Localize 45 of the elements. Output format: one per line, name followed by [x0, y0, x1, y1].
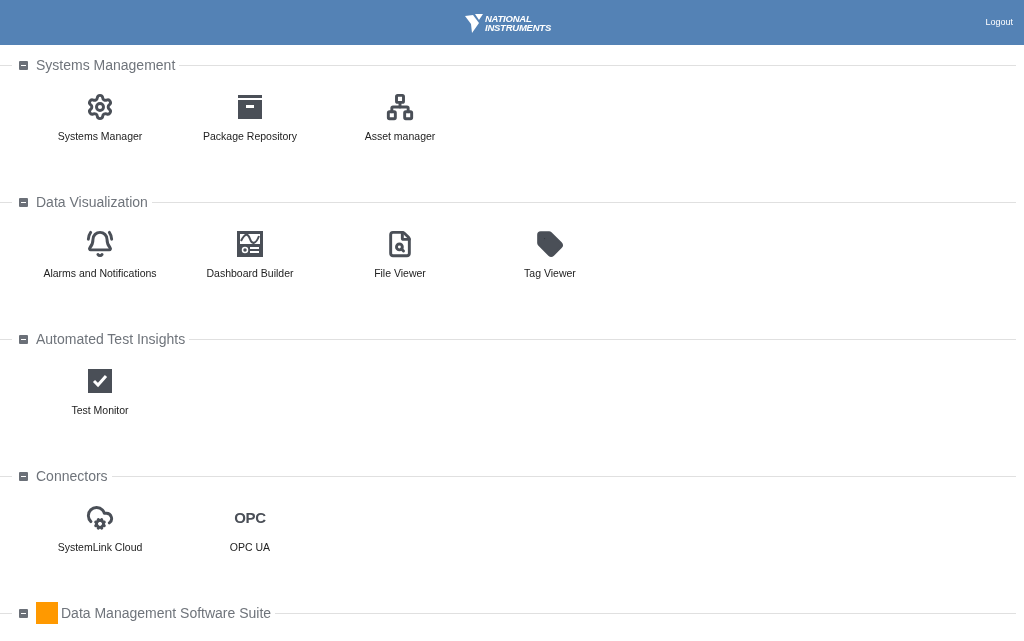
- app-label: Systems Manager: [57, 129, 143, 144]
- gears-icon: [86, 93, 114, 121]
- section-title[interactable]: Data Visualization: [36, 191, 148, 213]
- collapse-toggle[interactable]: [19, 608, 28, 618]
- app-label: Test Monitor: [71, 403, 129, 418]
- section-title[interactable]: Data Management Software Suite: [61, 602, 272, 624]
- logout-link[interactable]: Logout: [985, 15, 1013, 30]
- app-label: Dashboard Builder: [206, 266, 294, 281]
- collapse-toggle[interactable]: [19, 60, 28, 70]
- brand-logo[interactable]: NATIONAL INSTRUMENTS: [465, 12, 551, 33]
- app-label: Asset manager: [364, 129, 436, 144]
- file-search-icon: [386, 230, 414, 258]
- app-tile[interactable]: Dashboard Builder: [175, 229, 325, 295]
- archive-icon: [237, 94, 263, 120]
- opc-logo: OPC: [234, 508, 266, 528]
- collapse-toggle[interactable]: [19, 197, 28, 207]
- logo-mark-icon: [465, 12, 483, 33]
- section-title[interactable]: Connectors: [36, 465, 108, 487]
- app-tile[interactable]: SystemLink Cloud: [25, 503, 175, 569]
- section-title[interactable]: Systems Management: [36, 54, 176, 76]
- app-tile[interactable]: Asset manager: [325, 92, 475, 158]
- collapse-toggle[interactable]: [19, 334, 28, 344]
- collapse-toggle[interactable]: [19, 471, 28, 481]
- app-tile[interactable]: Alarms and Notifications: [25, 229, 175, 295]
- app-label: SystemLink Cloud: [57, 540, 143, 555]
- app-tile[interactable]: OPC OPC UA: [175, 503, 325, 569]
- app-label: Tag Viewer: [524, 266, 576, 281]
- section-title[interactable]: Automated Test Insights: [36, 328, 186, 350]
- app-tile[interactable]: File Viewer: [325, 229, 475, 295]
- dashboard-icon: [236, 230, 264, 258]
- tag-icon: [536, 230, 564, 258]
- hierarchy-icon: [386, 93, 414, 121]
- app-tile[interactable]: Tag Viewer: [475, 229, 625, 295]
- logo-text: NATIONAL: [485, 13, 533, 23]
- cloud-icon: [86, 504, 114, 532]
- app-label: File Viewer: [374, 266, 426, 281]
- app-tile[interactable]: Systems Manager: [25, 92, 175, 158]
- app-label: Alarms and Notifications: [43, 266, 157, 281]
- logo-text: INSTRUMENTS: [485, 22, 551, 32]
- bell-icon: [86, 230, 114, 258]
- app-label: Package Repository: [203, 129, 297, 144]
- app-tile[interactable]: Test Monitor: [25, 366, 175, 432]
- app-tile[interactable]: Package Repository: [175, 92, 325, 158]
- app-label: OPC UA: [229, 540, 271, 555]
- checkmark-icon: [88, 369, 112, 393]
